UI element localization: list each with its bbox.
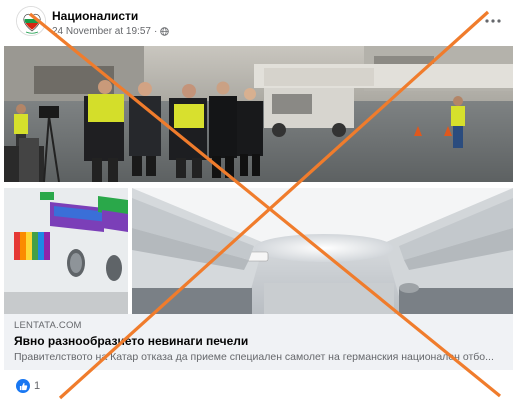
like-icon [16, 379, 30, 393]
thumbs-up-icon [19, 382, 27, 390]
page-name[interactable]: Националисти [52, 9, 138, 23]
airplane-cabin-image [4, 188, 513, 314]
reactions-bar[interactable]: 1 [16, 378, 40, 394]
more-options-button[interactable] [485, 10, 501, 28]
post-timestamp[interactable]: 24 November at 19:57 [52, 26, 151, 37]
meta-separator: · [153, 26, 158, 37]
bulgarian-heart-logo-icon [17, 7, 45, 35]
post-photo-airport[interactable] [4, 46, 513, 182]
link-preview[interactable]: LENTATA.COM Явно разнообразието невинаги… [4, 314, 513, 370]
page-avatar[interactable] [16, 6, 46, 36]
post-meta: 24 November at 19:57 · [52, 26, 170, 37]
more-options-icon [485, 19, 501, 23]
globe-icon[interactable] [160, 27, 170, 36]
link-source: LENTATA.COM [14, 320, 82, 331]
reaction-count[interactable]: 1 [34, 380, 40, 392]
link-description: Правителството на Катар отказа да приеме… [14, 351, 494, 363]
post-header: Националисти 24 November at 19:57 · [0, 0, 517, 44]
airport-scene-image [4, 46, 513, 182]
link-title[interactable]: Явно разнообразието невинаги печели [14, 334, 248, 348]
facebook-post: Националисти 24 November at 19:57 · LENT… [0, 0, 517, 400]
post-photo-cabin[interactable] [4, 188, 513, 314]
